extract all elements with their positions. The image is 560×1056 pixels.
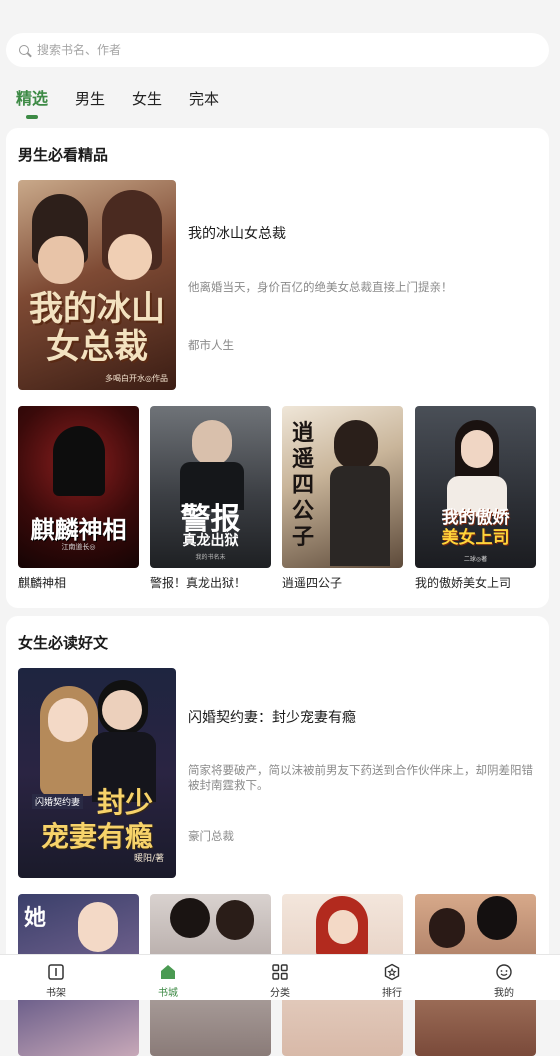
book-cover[interactable]: 逍遥四公子 — [282, 406, 403, 568]
section-male-picks: 男生必看精品 我的冰山 女总裁 多喝白开水◎作品 我的冰山女总裁 他离婚当天，身价… — [6, 128, 549, 608]
section-title: 男生必看精品 — [18, 146, 109, 164]
cover-title: 逍遥四公子 — [291, 420, 314, 550]
book-item[interactable]: 警报 真龙出狱 我的书名未 警报！真龙出狱！ — [150, 406, 271, 591]
book-cover[interactable]: 麒麟神相 江南道长◎ — [18, 406, 139, 568]
book-item[interactable]: 逍遥四公子 逍遥四公子 — [282, 406, 403, 591]
search-input[interactable] — [35, 42, 519, 58]
featured-book-cover[interactable]: 闪婚契约妻 封少 宠妻有瘾 暖阳/著 — [18, 668, 176, 878]
tab-featured[interactable]: 精选 — [16, 88, 48, 119]
store-icon — [159, 963, 177, 981]
cover-author: 二球◎著 — [463, 556, 488, 563]
section-title: 女生必读好文 — [18, 634, 109, 652]
nav-ranking[interactable]: 排行 — [336, 955, 448, 1000]
search-bar[interactable] — [6, 33, 549, 67]
tab-female[interactable]: 女生 — [132, 88, 162, 110]
rank-icon — [383, 963, 401, 981]
book-item[interactable]: 麒麟神相 江南道长◎ 麒麟神相 — [18, 406, 139, 591]
cover-subtitle: 真龙出狱 — [182, 533, 239, 549]
book-name: 逍遥四公子 — [282, 576, 343, 590]
featured-book-desc: 他离婚当天，身价百亿的绝美女总裁直接上门提亲！ — [188, 280, 453, 294]
book-icon — [47, 963, 65, 981]
bottom-navigation: 书架 书城 分类 排行 我的 — [0, 954, 560, 1000]
featured-book-tag: 都市人生 — [188, 338, 234, 352]
profile-icon — [495, 963, 513, 981]
cover-author: 暖阳/著 — [133, 854, 164, 864]
nav-label: 我的 — [494, 988, 514, 999]
book-name: 麒麟神相 — [18, 576, 67, 590]
search-icon — [19, 45, 29, 55]
cover-author: 多喝白开水◎作品 — [105, 374, 168, 383]
category-tabs: 精选 男生 女生 完本 — [16, 88, 246, 119]
nav-label: 分类 — [270, 988, 290, 999]
featured-book-desc: 简家将要破产，简以沫被前男友下药送到合作伙伴床上，却阴差阳错被封南霆救下。 — [188, 763, 533, 792]
nav-label: 书架 — [46, 988, 66, 999]
grid-icon — [271, 963, 289, 981]
nav-store[interactable]: 书城 — [112, 955, 224, 1000]
book-name: 警报！真龙出狱！ — [150, 576, 247, 590]
nav-bookshelf[interactable]: 书架 — [0, 955, 112, 1000]
book-name: 我的傲娇美女上司 — [415, 576, 512, 590]
book-cover[interactable]: 我的傲娇 美女上司 二球◎著 — [415, 406, 536, 568]
cover-author: 我的书名未 — [195, 554, 226, 561]
book-cover[interactable]: 警报 真龙出狱 我的书名未 — [150, 406, 271, 568]
tab-male[interactable]: 男生 — [75, 88, 105, 110]
nav-label: 排行 — [382, 988, 402, 999]
featured-book-title[interactable]: 我的冰山女总裁 — [188, 223, 286, 243]
nav-category[interactable]: 分类 — [224, 955, 336, 1000]
book-item[interactable]: 我的傲娇 美女上司 二球◎著 我的傲娇美女上司 — [415, 406, 536, 591]
nav-profile[interactable]: 我的 — [448, 955, 560, 1000]
section-female-picks: 女生必读好文 闪婚契约妻 封少 宠妻有瘾 暖阳/著 闪婚契约妻：封少宠妻有瘾 简家… — [6, 616, 549, 1056]
cover-author: 江南道长◎ — [61, 543, 96, 551]
featured-book-cover[interactable]: 我的冰山 女总裁 多喝白开水◎作品 — [18, 180, 176, 390]
tab-completed[interactable]: 完本 — [189, 88, 219, 110]
featured-book-title[interactable]: 闪婚契约妻：封少宠妻有瘾 — [188, 707, 356, 727]
nav-label: 书城 — [158, 988, 178, 999]
featured-book-tag: 豪门总裁 — [188, 829, 234, 843]
